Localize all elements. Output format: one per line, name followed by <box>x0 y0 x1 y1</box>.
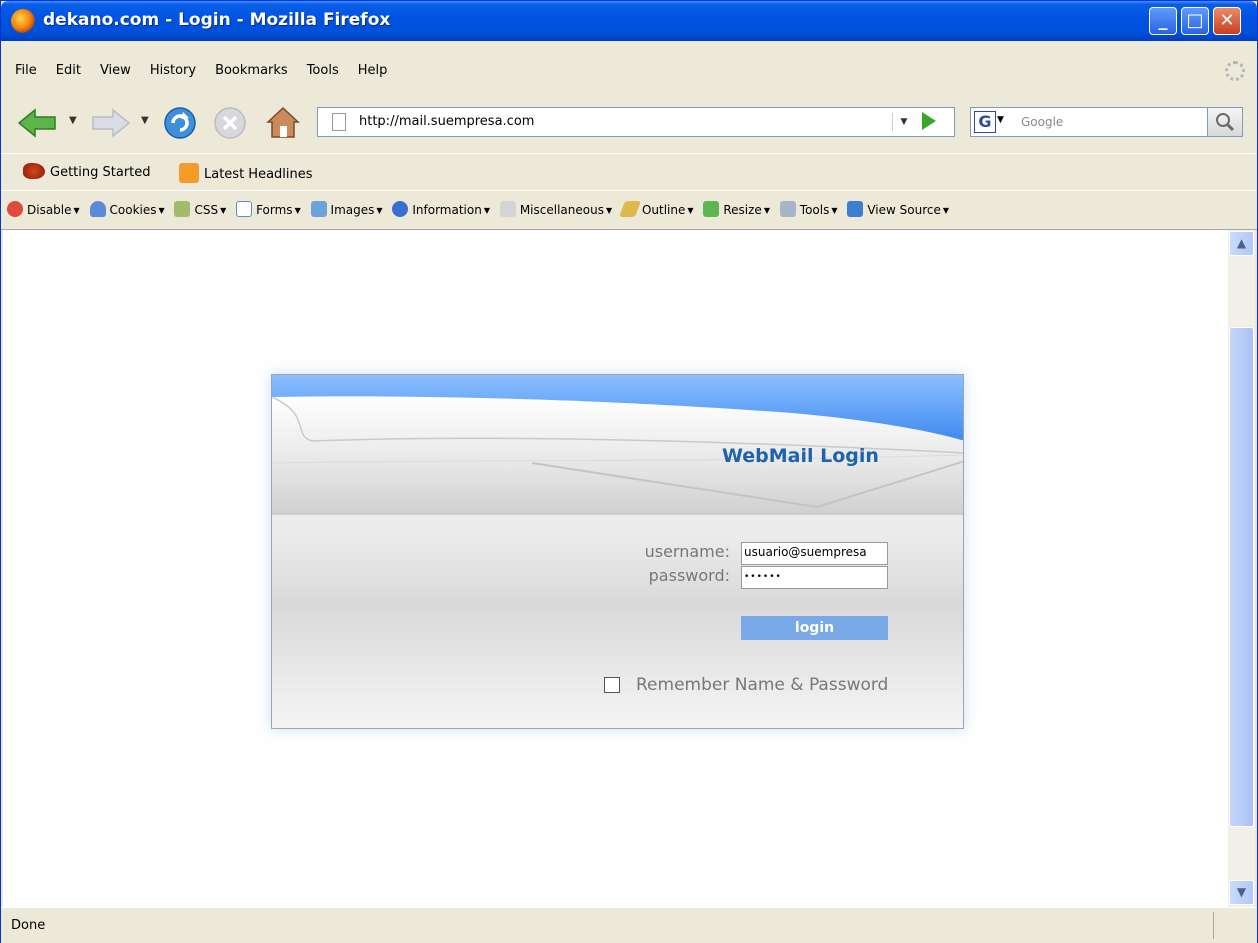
google-engine-icon[interactable]: G <box>974 111 996 133</box>
dev-tools-menu[interactable]: Tools ▼ <box>779 201 838 217</box>
bookmark-label: Getting Started <box>50 165 151 180</box>
password-field[interactable]: •••••• <box>741 566 888 589</box>
forward-arrow-icon <box>92 108 131 138</box>
scroll-thumb[interactable] <box>1229 327 1254 827</box>
url-dropdown-button[interactable]: ▼ <box>892 113 915 131</box>
close-button[interactable]: ✕ <box>1213 7 1241 35</box>
menu-view[interactable]: View <box>100 63 131 78</box>
maximize-icon: □ <box>1186 10 1204 31</box>
menu-history[interactable]: History <box>150 63 196 78</box>
throbber-icon <box>1225 61 1245 81</box>
dev-item-label: Information <box>412 203 482 217</box>
dev-item-label: Outline <box>641 203 686 217</box>
url-bar[interactable]: http://mail.suempresa.com ▼ <box>317 107 955 137</box>
page-icon <box>332 113 346 131</box>
view-source-icon <box>847 201 864 217</box>
forward-button[interactable] <box>89 107 131 139</box>
login-title: WebMail Login <box>722 445 879 467</box>
search-input[interactable]: Google <box>1021 115 1063 129</box>
title-bar[interactable]: dekano.com - Login - Mozilla Firefox _ □… <box>1 1 1257 41</box>
forms-icon <box>236 201 253 217</box>
menu-bookmarks[interactable]: Bookmarks <box>215 63 288 78</box>
scroll-up-button[interactable]: ▲ <box>1229 231 1254 256</box>
stop-button[interactable] <box>213 106 247 140</box>
magnifier-icon <box>1216 113 1235 132</box>
browser-window: dekano.com - Login - Mozilla Firefox _ □… <box>0 0 1258 943</box>
status-text: Done <box>11 918 46 933</box>
tools-icon <box>779 201 796 217</box>
status-divider <box>1213 912 1214 939</box>
dev-forms-menu[interactable]: Forms ▼ <box>236 201 301 217</box>
menu-help[interactable]: Help <box>358 63 388 78</box>
url-text[interactable]: http://mail.suempresa.com <box>359 114 534 129</box>
menu-file[interactable]: File <box>15 63 37 78</box>
dev-miscellaneous-menu[interactable]: Miscellaneous ▼ <box>499 201 612 217</box>
search-button[interactable] <box>1207 108 1242 136</box>
reload-button[interactable] <box>163 106 197 140</box>
css-icon <box>174 201 191 217</box>
menu-edit[interactable]: Edit <box>56 63 81 78</box>
firefox-bookmark-icon <box>23 163 45 179</box>
miscellaneous-icon <box>499 201 516 217</box>
bookmark-latest-headlines[interactable]: Latest Headlines <box>179 163 313 183</box>
firefox-icon <box>11 9 35 33</box>
cookies-icon <box>89 201 106 217</box>
username-label: username: <box>644 542 730 561</box>
search-engine-dropdown[interactable]: ▼ <box>997 115 1004 125</box>
dev-cookies-menu[interactable]: Cookies ▼ <box>89 201 165 217</box>
search-box[interactable]: G ▼ Google <box>970 107 1243 137</box>
dev-information-menu[interactable]: Information ▼ <box>392 201 490 217</box>
dev-item-label: Images <box>330 203 375 217</box>
rss-icon <box>179 163 199 183</box>
remember-label[interactable]: Remember Name & Password <box>636 675 888 695</box>
dev-item-label: Forms <box>256 203 293 217</box>
dev-images-menu[interactable]: Images ▼ <box>310 201 383 217</box>
menu-tools[interactable]: Tools <box>307 63 339 78</box>
images-icon <box>310 201 327 217</box>
status-bar: Done <box>1 907 1257 943</box>
bookmark-getting-started[interactable]: Getting Started <box>23 163 151 180</box>
outline-icon <box>619 201 641 217</box>
home-button[interactable] <box>265 105 301 139</box>
dev-disable-menu[interactable]: Disable ▼ <box>7 201 80 217</box>
dev-item-label: Cookies <box>109 203 157 217</box>
login-panel: WebMail Login username: usuario@suempres… <box>271 374 964 729</box>
dev-item-label: Resize <box>723 203 762 217</box>
bookmark-label: Latest Headlines <box>204 167 313 182</box>
password-label: password: <box>648 566 730 585</box>
dev-item-label: Tools <box>799 203 830 217</box>
dev-item-label: View Source <box>867 203 941 217</box>
go-button[interactable] <box>922 112 936 130</box>
vertical-scrollbar[interactable]: ▲ ▼ <box>1228 230 1255 907</box>
window-title: dekano.com - Login - Mozilla Firefox <box>43 10 391 30</box>
login-button[interactable]: login <box>741 616 888 640</box>
dev-view-source-menu[interactable]: View Source ▼ <box>847 201 949 217</box>
forward-history-dropdown[interactable]: ▼ <box>141 115 149 126</box>
minimize-icon: _ <box>1158 10 1168 31</box>
dev-toolbar-items: Disable ▼ Cookies ▼ CSS ▼ Forms ▼ Images ▼ In… <box>7 201 955 217</box>
dev-css-menu[interactable]: CSS ▼ <box>174 201 226 217</box>
scroll-down-button[interactable]: ▼ <box>1229 880 1254 905</box>
dev-item-label: CSS <box>194 203 219 217</box>
close-icon: ✕ <box>1219 10 1235 31</box>
dev-item-label: Disable <box>27 203 72 217</box>
back-arrow-icon <box>17 108 56 138</box>
information-icon <box>392 201 409 217</box>
back-history-dropdown[interactable]: ▼ <box>69 115 77 126</box>
back-button[interactable] <box>17 107 59 139</box>
minimize-button[interactable]: _ <box>1149 7 1177 35</box>
reload-icon <box>164 107 196 139</box>
remember-checkbox[interactable] <box>604 677 620 693</box>
disable-icon <box>7 201 23 217</box>
resize-icon <box>703 201 720 217</box>
maximize-button[interactable]: □ <box>1181 7 1209 35</box>
dev-item-label: Miscellaneous <box>519 203 604 217</box>
username-field[interactable]: usuario@suempresa <box>741 542 888 565</box>
dev-resize-menu[interactable]: Resize ▼ <box>703 201 770 217</box>
menu-items: File Edit View History Bookmarks Tools H… <box>15 63 406 78</box>
dev-outline-menu[interactable]: Outline ▼ <box>619 201 694 217</box>
